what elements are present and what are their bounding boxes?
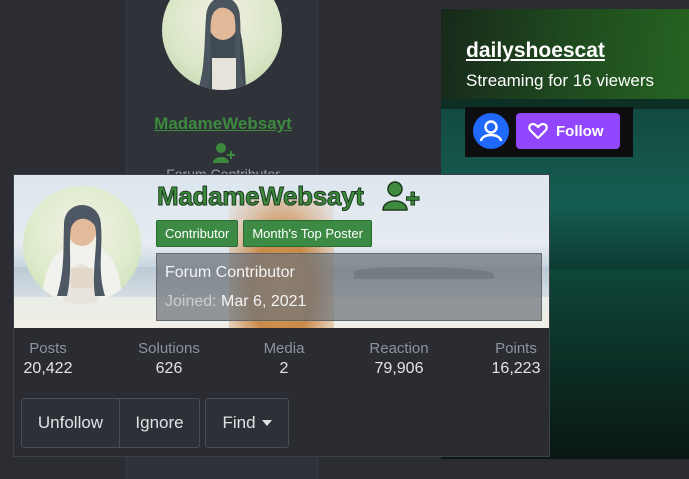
follow-ignore-group: Unfollow Ignore: [21, 398, 200, 448]
member-avatar[interactable]: [23, 186, 141, 304]
caret-down-icon: [261, 420, 272, 426]
stat-solutions[interactable]: Solutions 626: [134, 340, 204, 378]
member-title: Forum Contributor: [165, 264, 295, 281]
member-info-box: Forum Contributor Joined: Mar 6, 2021: [156, 253, 542, 321]
stat-label: Reaction: [369, 340, 429, 357]
find-dropdown-button[interactable]: Find: [206, 399, 288, 447]
viewer-count-text: Streaming for 16 viewers: [466, 71, 655, 90]
profile-banner: MadameWebsayt Contributor Month's Top Po…: [14, 175, 549, 328]
stat-value: 79,906: [374, 360, 424, 377]
follow-label: Follow: [556, 122, 604, 140]
author-avatar[interactable]: [162, 0, 282, 90]
find-label: Find: [222, 413, 256, 432]
stat-value: 16,223: [491, 360, 541, 377]
stat-points[interactable]: Points 16,223: [488, 340, 544, 378]
author-username-link[interactable]: MadameWebsayt: [127, 114, 319, 134]
member-stats: Posts 20,422 Solutions 626 Media 2 React…: [14, 340, 549, 385]
stat-reaction[interactable]: Reaction 79,906: [364, 340, 434, 378]
badge-contributor: Contributor: [156, 220, 239, 247]
follow-button[interactable]: Follow: [516, 113, 620, 149]
member-badges: Contributor Month's Top Poster: [156, 220, 372, 247]
stat-value: 626: [155, 360, 183, 377]
stat-label: Solutions: [138, 340, 200, 357]
user-plus-icon[interactable]: [212, 142, 236, 164]
stat-media[interactable]: Media 2: [259, 340, 309, 378]
stat-value: 2: [279, 360, 289, 377]
stat-label: Media: [263, 340, 305, 357]
member-action-buttons: Unfollow Ignore Find: [21, 398, 289, 448]
channel-name-link[interactable]: dailyshoescat: [466, 39, 605, 63]
unfollow-button[interactable]: Unfollow: [22, 399, 119, 447]
stat-value: 20,422: [23, 360, 73, 377]
stream-action-bar: Follow: [465, 107, 633, 157]
member-tooltip-card: MadameWebsayt Contributor Month's Top Po…: [13, 174, 550, 457]
member-username[interactable]: MadameWebsayt: [157, 181, 365, 212]
joined-date: Mar 6, 2021: [221, 293, 307, 310]
find-group: Find: [205, 398, 289, 448]
user-plus-icon[interactable]: [381, 180, 421, 212]
joined-label: Joined:: [165, 293, 217, 310]
heart-icon: [528, 122, 548, 140]
stat-posts[interactable]: Posts 20,422: [21, 340, 75, 378]
channel-avatar-icon[interactable]: [473, 113, 509, 149]
badge-top-poster: Month's Top Poster: [243, 220, 372, 247]
stat-label: Posts: [29, 340, 67, 357]
ignore-button[interactable]: Ignore: [119, 399, 199, 447]
stat-label: Points: [495, 340, 537, 357]
member-joined: Joined: Mar 6, 2021: [165, 293, 306, 311]
